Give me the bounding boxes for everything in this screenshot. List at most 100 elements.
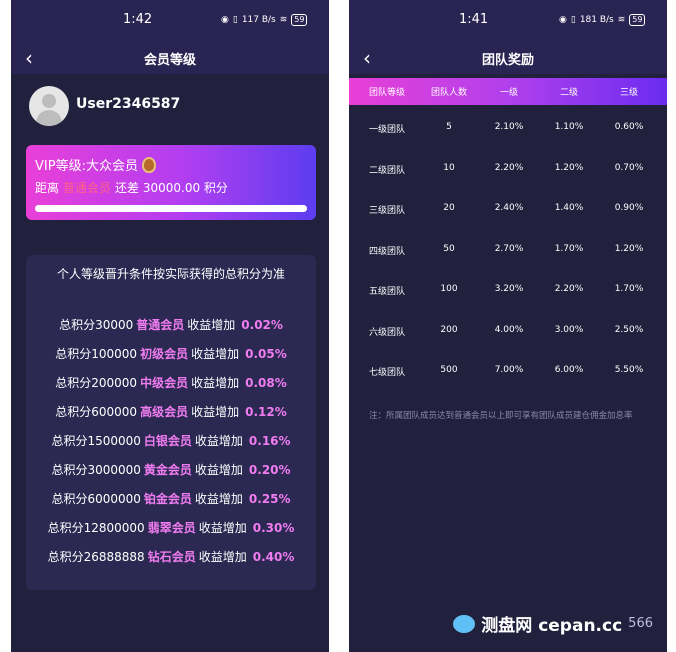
table-cell: 2.20% bbox=[554, 284, 584, 294]
condition-row: 总积分3000000 黄金会员 收益增加 0.20% bbox=[26, 461, 316, 478]
table-cell: 0.60% bbox=[614, 122, 644, 132]
username: User2346587 bbox=[76, 96, 181, 112]
condition-rate: 0.08% bbox=[245, 376, 287, 390]
condition-level: 钻石会员 bbox=[147, 550, 196, 564]
status-time: 1:41 bbox=[459, 12, 489, 27]
condition-level: 黄金会员 bbox=[143, 463, 192, 477]
column-header: 三级 bbox=[619, 88, 638, 98]
table-cell: 5.50% bbox=[614, 365, 644, 375]
battery-icon: 59 bbox=[291, 14, 308, 26]
table-cell: 50 bbox=[443, 243, 455, 254]
table-row: 二级团队 10 2.20% 1.20% 0.70% bbox=[349, 163, 667, 176]
team-note: 注：所属团队成员达到普通会员以上即可享有团队成员建仓佣金加息率 bbox=[369, 411, 633, 421]
table-row: 七级团队 500 7.00% 6.00% 5.50% bbox=[349, 365, 667, 378]
table-cell: 2.50% bbox=[614, 324, 644, 335]
watermark-extra: 566 bbox=[628, 616, 653, 631]
condition-points: 总积分12800000 bbox=[47, 521, 145, 535]
condition-row: 总积分12800000 翡翠会员 收益增加 0.30% bbox=[26, 519, 316, 536]
table-cell: 6.00% bbox=[554, 365, 584, 375]
nav-bar: ‹ 会员等级 bbox=[11, 40, 329, 74]
condition-row: 总积分100000 初级会员 收益增加 0.05% bbox=[26, 345, 316, 362]
status-icons: ◉ ▯ 181 B/s ≋ 59 bbox=[559, 14, 646, 26]
table-cell: 三级团队 bbox=[368, 206, 405, 216]
condition-rate: 0.40% bbox=[252, 550, 295, 564]
condition-rate: 0.12% bbox=[245, 405, 287, 419]
watermark: 测盘网 cepan.cc 566 bbox=[453, 611, 653, 636]
status-icons: ◉ ▯ 117 B/s ≋ 59 bbox=[221, 14, 308, 26]
condition-gain: 收益增加 bbox=[187, 318, 236, 332]
table-cell: 五级团队 bbox=[368, 287, 405, 297]
promotion-conditions-panel: 个人等级晋升条件按实际获得的总积分为准 总积分30000 普通会员 收益增加 0.02… bbox=[26, 255, 316, 590]
condition-points: 总积分100000 bbox=[55, 347, 138, 361]
condition-level: 中级会员 bbox=[140, 376, 189, 390]
condition-level: 铂金会员 bbox=[143, 492, 192, 506]
net-speed: 181 B/s bbox=[579, 15, 614, 25]
column-header: 团队等级 bbox=[368, 88, 405, 98]
condition-row: 总积分1500000 白银会员 收益增加 0.16% bbox=[26, 432, 316, 449]
progress-fill bbox=[35, 205, 307, 212]
table-cell: 1.70% bbox=[614, 284, 644, 294]
table-cell: 二级团队 bbox=[368, 165, 405, 176]
condition-points: 总积分6000000 bbox=[51, 492, 141, 506]
vip-level-text: VIP等级:大众会员 bbox=[35, 159, 138, 174]
table-cell: 200 bbox=[440, 324, 458, 335]
condition-points: 总积分1500000 bbox=[51, 434, 141, 448]
table-cell: 3.20% bbox=[494, 284, 524, 294]
condition-row: 总积分600000 高级会员 收益增加 0.12% bbox=[26, 403, 316, 420]
table-cell: 四级团队 bbox=[368, 246, 405, 257]
condition-level: 高级会员 bbox=[140, 405, 189, 419]
condition-rate: 0.30% bbox=[252, 521, 295, 535]
table-cell: 1.70% bbox=[554, 243, 584, 254]
condition-gain: 收益增加 bbox=[191, 347, 240, 361]
condition-gain: 收益增加 bbox=[194, 434, 243, 448]
table-cell: 七级团队 bbox=[368, 368, 405, 378]
page-title: 会员等级 bbox=[143, 53, 196, 68]
nav-bar: ‹ 团队奖励 bbox=[349, 40, 667, 74]
table-cell: 20 bbox=[443, 203, 455, 213]
battery-icon: 59 bbox=[629, 14, 646, 26]
eye-icon: ◉ bbox=[559, 15, 567, 25]
condition-gain: 收益增加 bbox=[194, 463, 243, 477]
condition-level: 白银会员 bbox=[143, 434, 192, 448]
vip-card: VIP等级:大众会员 距离 普通会员 还差 30000.00 积分 bbox=[26, 145, 316, 220]
table-cell: 1.20% bbox=[554, 162, 584, 173]
condition-points: 总积分600000 bbox=[55, 405, 138, 419]
net-speed: 117 B/s bbox=[241, 15, 276, 25]
avatar-body bbox=[36, 110, 62, 126]
condition-rate: 0.02% bbox=[241, 318, 283, 332]
vibrate-icon: ▯ bbox=[570, 15, 576, 25]
table-cell: 10 bbox=[443, 162, 455, 173]
status-time: 1:42 bbox=[123, 12, 153, 27]
table-cell: 1.10% bbox=[554, 122, 584, 132]
status-bar: 1:41 ◉ ▯ 181 B/s ≋ 59 bbox=[349, 0, 667, 40]
condition-gain: 收益增加 bbox=[194, 492, 243, 506]
condition-gain: 收益增加 bbox=[198, 550, 247, 564]
vip-level-line: VIP等级:大众会员 bbox=[35, 155, 156, 174]
distance-suffix: 还差 30000.00 积分 bbox=[115, 181, 228, 195]
column-header: 二级 bbox=[559, 88, 578, 98]
table-row: 四级团队 50 2.70% 1.70% 1.20% bbox=[349, 244, 667, 257]
condition-row: 总积分30000 普通会员 收益增加 0.02% bbox=[26, 316, 316, 333]
condition-row: 总积分26888888 钻石会员 收益增加 0.40% bbox=[26, 548, 316, 565]
condition-points: 总积分26888888 bbox=[47, 550, 145, 564]
condition-rate: 0.20% bbox=[248, 463, 291, 477]
table-cell: 1.20% bbox=[614, 243, 644, 254]
table-cell: 2.40% bbox=[494, 203, 524, 213]
vibrate-icon: ▯ bbox=[232, 15, 238, 25]
condition-points: 总积分3000000 bbox=[51, 463, 141, 477]
vip-progress-text: 距离 普通会员 还差 30000.00 积分 bbox=[35, 179, 228, 196]
condition-gain: 收益增加 bbox=[198, 521, 247, 535]
watermark-text: 测盘网 cepan.cc bbox=[481, 616, 623, 636]
condition-gain: 收益增加 bbox=[191, 405, 240, 419]
table-cell: 500 bbox=[440, 365, 458, 375]
condition-gain: 收益增加 bbox=[191, 376, 240, 390]
watermark-logo-icon bbox=[453, 614, 476, 633]
table-row: 六级团队 200 4.00% 3.00% 2.50% bbox=[349, 325, 667, 338]
progress-bar bbox=[35, 205, 307, 212]
table-cell: 100 bbox=[440, 284, 458, 294]
table-row: 三级团队 20 2.40% 1.40% 0.90% bbox=[349, 203, 667, 216]
avatar[interactable] bbox=[29, 86, 69, 126]
conditions-title: 个人等级晋升条件按实际获得的总积分为准 bbox=[56, 267, 285, 281]
condition-level: 普通会员 bbox=[136, 318, 185, 332]
table-cell: 0.70% bbox=[614, 162, 644, 173]
